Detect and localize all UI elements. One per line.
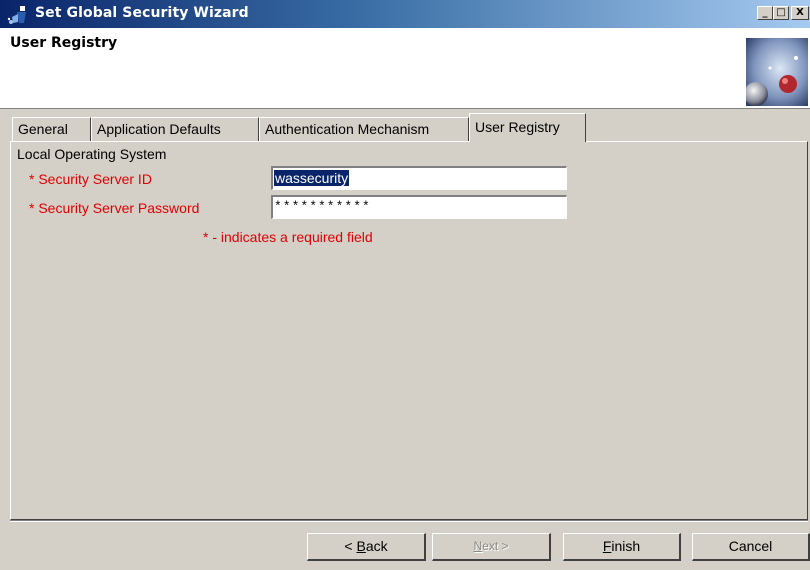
next-rest: ext >: [482, 539, 509, 553]
next-mnemonic: N: [473, 539, 483, 553]
title-bar: Set Global Security Wizard _ □ X: [0, 0, 810, 28]
cancel-button[interactable]: Cancel: [692, 533, 810, 561]
wizard-app-icon: [6, 5, 32, 25]
finish-rest: inish: [611, 538, 641, 554]
tab-application-defaults[interactable]: Application Defaults: [91, 117, 259, 141]
window-title: Set Global Security Wizard: [35, 5, 249, 21]
back-mnemonic: B: [356, 538, 366, 554]
maximize-button[interactable]: □: [773, 6, 789, 20]
tab-strip: General Application Defaults Authenticat…: [12, 113, 802, 142]
required-field-note: * - indicates a required field: [203, 229, 373, 245]
section-label: Local Operating System: [17, 146, 167, 162]
button-separator: [10, 520, 808, 522]
server-id-input[interactable]: wassecurity: [271, 166, 567, 190]
tab-user-registry[interactable]: User Registry: [469, 113, 586, 142]
server-password-label: * Security Server Password: [29, 200, 200, 216]
back-prefix: <: [344, 538, 357, 554]
wizard-header: User Registry: [0, 28, 810, 109]
finish-button[interactable]: Finish: [563, 533, 681, 561]
page-title: User Registry: [10, 35, 118, 51]
back-button[interactable]: < Back: [307, 533, 426, 561]
server-id-label: * Security Server ID: [29, 171, 152, 187]
server-password-input[interactable]: ***********: [271, 195, 567, 219]
close-button[interactable]: X: [791, 6, 809, 20]
minimize-button[interactable]: _: [757, 6, 773, 20]
server-id-value: wassecurity: [274, 170, 350, 186]
tab-authentication-mechanism[interactable]: Authentication Mechanism: [259, 117, 469, 141]
next-button[interactable]: Next >: [432, 533, 551, 561]
tab-general[interactable]: General: [12, 117, 91, 141]
globe-logo-icon: [744, 38, 808, 106]
back-rest: ack: [365, 538, 388, 554]
user-registry-panel: Local Operating System * Security Server…: [10, 141, 808, 520]
